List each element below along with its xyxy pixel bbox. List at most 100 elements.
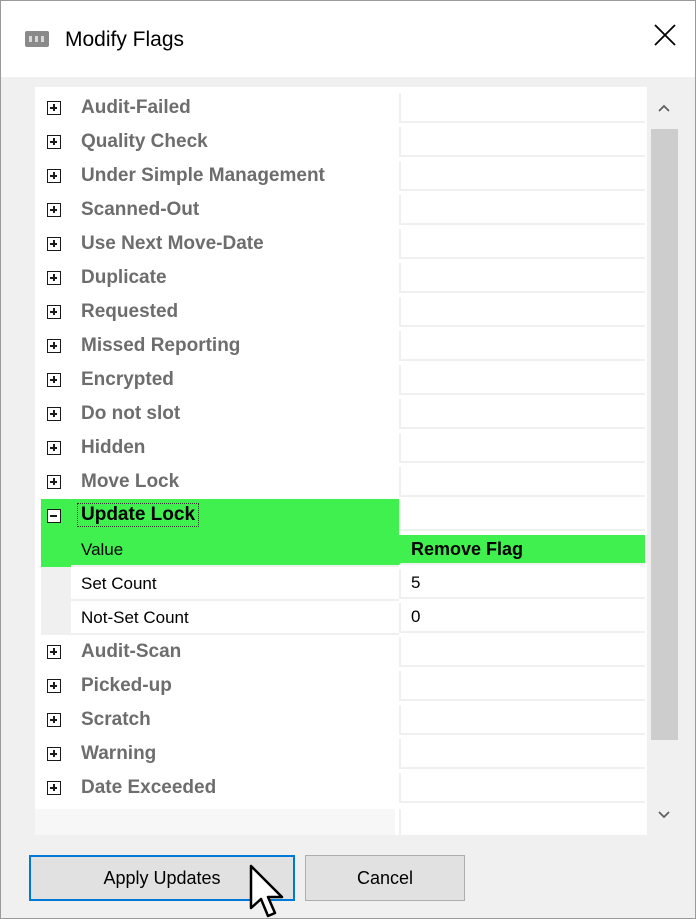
expand-icon[interactable] [47, 781, 61, 795]
flag-label: Audit-Failed [81, 97, 191, 118]
flag-value-cell[interactable] [399, 93, 645, 123]
flag-label: Encrypted [81, 369, 174, 390]
flag-row-audit-failed[interactable]: Audit-Failed [35, 91, 647, 125]
chevron-down-icon [658, 811, 670, 819]
expand-icon[interactable] [47, 645, 61, 659]
flag-value-cell[interactable] [399, 195, 645, 225]
flag-row-missed-reporting[interactable]: Missed Reporting [35, 329, 647, 363]
flag-row-under-simple-management[interactable]: Under Simple Management [35, 159, 647, 193]
expand-icon[interactable] [47, 339, 61, 353]
property-row-set-count[interactable]: Set Count 5 [35, 567, 647, 601]
flag-value-cell[interactable] [399, 739, 645, 769]
flag-label: Duplicate [81, 267, 167, 288]
flag-row-audit-scan[interactable]: Audit-Scan [35, 635, 647, 669]
flag-row-requested[interactable]: Requested [35, 295, 647, 329]
scroll-up-button[interactable] [647, 87, 681, 127]
flag-value-cell[interactable] [399, 671, 645, 701]
flag-label: Picked-up [81, 675, 172, 696]
expand-icon[interactable] [47, 441, 61, 455]
flag-value-cell[interactable] [399, 365, 645, 395]
property-value: Remove Flag [411, 539, 524, 559]
flag-label: Scanned-Out [81, 199, 200, 220]
flag-row-move-lock[interactable]: Move Lock [35, 465, 647, 499]
flag-value-cell[interactable] [399, 705, 645, 735]
flag-label: Warning [81, 743, 157, 764]
property-value-cell[interactable]: 5 [399, 569, 645, 599]
expand-icon[interactable] [47, 713, 61, 727]
flag-value-cell[interactable] [399, 331, 645, 361]
flag-value-cell[interactable] [399, 637, 645, 667]
flag-value-cell[interactable] [399, 399, 645, 429]
vertical-scrollbar[interactable] [647, 87, 681, 835]
expand-icon[interactable] [47, 271, 61, 285]
flag-label: Missed Reporting [81, 335, 241, 356]
flags-property-grid: Audit-Failed Quality Check Under Simple … [35, 87, 681, 835]
flag-row-use-next-move-date[interactable]: Use Next Move-Date [35, 227, 647, 261]
property-row-value[interactable]: Value Remove Flag [35, 533, 647, 567]
flag-label: Requested [81, 301, 179, 322]
close-button[interactable] [639, 9, 695, 65]
property-label: Value [81, 540, 124, 559]
property-value-cell[interactable]: Remove Flag [399, 535, 645, 565]
flag-label: Scratch [81, 709, 151, 730]
flag-value-cell[interactable] [399, 501, 645, 531]
window-title: Modify Flags [65, 28, 185, 51]
property-label: Set Count [81, 574, 157, 593]
expand-icon[interactable] [47, 407, 61, 421]
cancel-button[interactable]: Cancel [305, 855, 465, 901]
app-icon [25, 31, 49, 47]
flag-row-quality-check[interactable]: Quality Check [35, 125, 647, 159]
expand-icon[interactable] [47, 747, 61, 761]
property-label: Not-Set Count [81, 608, 189, 627]
flag-label: Update Lock [77, 503, 200, 527]
flag-row-scanned-out[interactable]: Scanned-Out [35, 193, 647, 227]
expand-icon[interactable] [47, 373, 61, 387]
flag-value-cell[interactable] [399, 127, 645, 157]
flag-row-do-not-slot[interactable]: Do not slot [35, 397, 647, 431]
scroll-down-button[interactable] [647, 795, 681, 835]
flag-value-cell[interactable] [399, 263, 645, 293]
flag-value-cell[interactable] [399, 433, 645, 463]
expand-icon[interactable] [47, 169, 61, 183]
property-row-not-set-count[interactable]: Not-Set Count 0 [35, 601, 647, 635]
flag-row-hidden[interactable]: Hidden [35, 431, 647, 465]
close-icon [654, 24, 676, 46]
flag-value-cell[interactable] [399, 161, 645, 191]
flag-value-cell[interactable] [399, 467, 645, 497]
collapse-icon[interactable] [47, 509, 61, 523]
flag-label: Use Next Move-Date [81, 233, 264, 254]
flag-row-duplicate[interactable]: Duplicate [35, 261, 647, 295]
scrollbar-thumb[interactable] [651, 129, 678, 740]
flag-row-date-exceeded[interactable]: Date Exceeded [35, 771, 647, 805]
apply-updates-button[interactable]: Apply Updates [29, 855, 295, 901]
flag-row-update-lock[interactable]: Update Lock [35, 499, 647, 533]
flag-label: Audit-Scan [81, 641, 182, 662]
property-value: 0 [411, 607, 421, 626]
property-value: 5 [411, 573, 421, 592]
flag-label: Date Exceeded [81, 777, 217, 798]
flag-row-encrypted[interactable]: Encrypted [35, 363, 647, 397]
property-value-cell[interactable]: 0 [399, 603, 645, 633]
flag-label: Hidden [81, 437, 146, 458]
expand-icon[interactable] [47, 203, 61, 217]
expand-icon[interactable] [47, 237, 61, 251]
flag-label: Quality Check [81, 131, 208, 152]
flag-label: Move Lock [81, 471, 180, 492]
grid-empty-area [399, 809, 645, 835]
flags-list: Audit-Failed Quality Check Under Simple … [35, 87, 647, 835]
expand-icon[interactable] [47, 101, 61, 115]
flag-row-scratch[interactable]: Scratch [35, 703, 647, 737]
expand-icon[interactable] [47, 305, 61, 319]
expand-icon[interactable] [47, 679, 61, 693]
flag-label: Under Simple Management [81, 165, 325, 186]
chevron-up-icon [658, 104, 670, 112]
expand-icon[interactable] [47, 135, 61, 149]
flag-label: Do not slot [81, 403, 181, 424]
expand-icon[interactable] [47, 475, 61, 489]
flag-row-warning[interactable]: Warning [35, 737, 647, 771]
flag-value-cell[interactable] [399, 229, 645, 259]
flag-value-cell[interactable] [399, 297, 645, 327]
flag-value-cell[interactable] [399, 773, 645, 803]
grid-empty-area [35, 809, 395, 835]
flag-row-picked-up[interactable]: Picked-up [35, 669, 647, 703]
